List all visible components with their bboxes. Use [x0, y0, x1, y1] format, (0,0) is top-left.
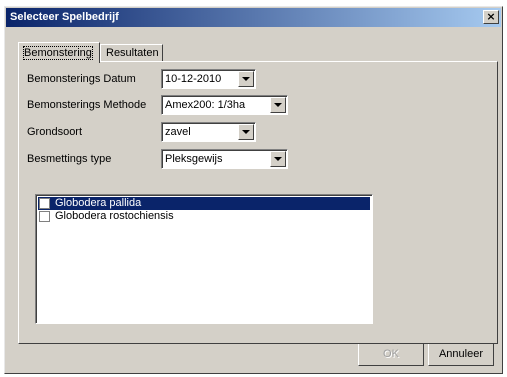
- list-item[interactable]: Globodera pallida: [38, 197, 370, 210]
- besmetting-combobox[interactable]: Pleksgewijs: [161, 149, 288, 169]
- tab-resultaten-label: Resultaten: [106, 47, 159, 59]
- window-title: Selecteer Spelbedrijf: [10, 11, 119, 23]
- list-item[interactable]: Globodera rostochiensis: [38, 210, 370, 223]
- chevron-down-icon[interactable]: [238, 71, 254, 87]
- datum-combobox[interactable]: 10-12-2010: [161, 69, 256, 89]
- species-label: Globodera rostochiensis: [55, 210, 174, 222]
- methode-label: Bemonsterings Methode: [27, 99, 147, 111]
- tab-bemonstering[interactable]: Bemonstering: [18, 42, 100, 63]
- grondsoort-value: zavel: [165, 126, 191, 138]
- species-label: Globodera pallida: [55, 197, 142, 209]
- datum-value: 10-12-2010: [165, 73, 222, 85]
- chevron-down-icon[interactable]: [270, 97, 286, 113]
- grondsoort-label: Grondsoort: [27, 126, 83, 138]
- species-listbox[interactable]: Globodera pallida Globodera rostochiensi…: [35, 194, 373, 324]
- dialog-window: Selecteer Spelbedrijf × Bemonstering Res…: [4, 6, 503, 374]
- grondsoort-combobox[interactable]: zavel: [161, 122, 256, 142]
- methode-value: Amex200: 1/3ha: [165, 99, 246, 111]
- checkbox-icon[interactable]: [39, 198, 50, 209]
- besmetting-label: Besmettings type: [27, 153, 112, 165]
- close-button[interactable]: ×: [483, 10, 499, 24]
- chevron-down-icon[interactable]: [270, 151, 286, 167]
- datum-label: Bemonsterings Datum: [27, 73, 136, 85]
- checkbox-icon[interactable]: [39, 211, 50, 222]
- tab-resultaten[interactable]: Resultaten: [100, 44, 163, 62]
- methode-combobox[interactable]: Amex200: 1/3ha: [161, 95, 288, 115]
- title-bar[interactable]: Selecteer Spelbedrijf ×: [6, 8, 501, 27]
- close-icon: ×: [486, 10, 496, 23]
- tab-bemonstering-label: Bemonstering: [23, 46, 93, 60]
- chevron-down-icon[interactable]: [238, 124, 254, 140]
- cancel-button[interactable]: Annuleer: [428, 343, 494, 366]
- ok-button[interactable]: OK: [358, 343, 424, 366]
- besmetting-value: Pleksgewijs: [165, 153, 223, 165]
